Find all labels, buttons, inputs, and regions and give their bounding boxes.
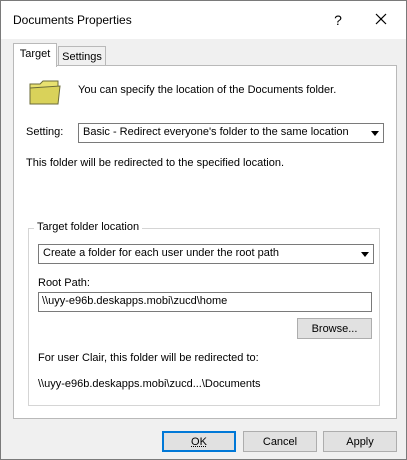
properties-dialog: Documents Properties ? Target Settings Y… bbox=[0, 0, 407, 460]
destination-path: \\uyy-e96b.deskapps.mobi\zucd...\Documen… bbox=[38, 378, 261, 390]
target-location-dropdown-arrow[interactable] bbox=[356, 246, 372, 262]
chevron-down-icon bbox=[370, 131, 379, 136]
ok-button[interactable]: OK bbox=[162, 431, 236, 452]
close-icon bbox=[375, 13, 387, 25]
root-path-label: Root Path: bbox=[38, 277, 90, 289]
window-title: Documents Properties bbox=[13, 13, 132, 27]
apply-button[interactable]: Apply bbox=[323, 431, 397, 452]
redirect-description: This folder will be redirected to the sp… bbox=[26, 157, 285, 169]
target-tab-panel: You can specify the location of the Docu… bbox=[13, 65, 397, 419]
setting-value: Basic - Redirect everyone's folder to th… bbox=[83, 126, 349, 138]
intro-text: You can specify the location of the Docu… bbox=[78, 84, 337, 96]
chevron-down-icon bbox=[360, 252, 369, 257]
tab-target[interactable]: Target bbox=[13, 43, 57, 67]
ok-label: OK bbox=[191, 436, 207, 448]
title-bar: Documents Properties ? bbox=[1, 1, 406, 39]
for-user-text: For user Clair, this folder will be redi… bbox=[38, 352, 259, 364]
group-caption: Target folder location bbox=[34, 221, 143, 233]
cancel-button[interactable]: Cancel bbox=[243, 431, 317, 452]
target-location-value: Create a folder for each user under the … bbox=[43, 247, 280, 259]
setting-label: Setting: bbox=[26, 126, 64, 138]
close-button[interactable] bbox=[369, 9, 393, 31]
root-path-input[interactable] bbox=[39, 293, 368, 309]
setting-dropdown[interactable]: Basic - Redirect everyone's folder to th… bbox=[78, 123, 384, 143]
folder-icon bbox=[29, 80, 61, 105]
browse-button[interactable]: Browse... bbox=[297, 318, 372, 339]
setting-dropdown-arrow[interactable] bbox=[366, 125, 382, 141]
target-location-dropdown[interactable]: Create a folder for each user under the … bbox=[38, 244, 374, 264]
tab-settings[interactable]: Settings bbox=[58, 46, 106, 67]
root-path-field[interactable] bbox=[38, 292, 372, 312]
help-button[interactable]: ? bbox=[329, 10, 347, 30]
